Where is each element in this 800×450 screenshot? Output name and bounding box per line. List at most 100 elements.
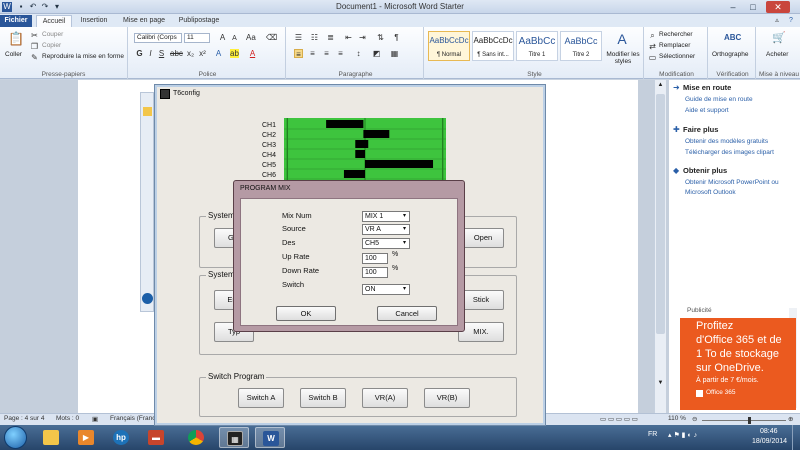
zoom-in-icon[interactable]: ⊕ (788, 415, 793, 423)
clipart-link[interactable]: Télécharger des images clipart (685, 149, 774, 156)
t6config-title-bar[interactable]: T6config (157, 87, 543, 101)
align-center-icon[interactable]: ≡ (308, 49, 317, 58)
cut-button[interactable]: Couper (42, 31, 63, 38)
view-buttons[interactable]: ▭ ▭ ▭ ▭ ▭ (600, 415, 638, 423)
strikethrough-icon[interactable]: abc (170, 49, 183, 58)
grow-font-icon[interactable]: A (218, 33, 227, 42)
style-heading-1[interactable]: AaBbCc Titre 1 (516, 31, 558, 61)
office365-ad[interactable]: Profitez d'Office 365 et de 1 To de stoc… (680, 318, 796, 410)
italic-icon[interactable]: I (146, 49, 155, 58)
language[interactable]: Français (France) (110, 415, 156, 422)
find-button[interactable]: Rechercher (659, 31, 693, 38)
taskbar-app[interactable]: ▬ (141, 427, 171, 448)
minimize-button[interactable]: – (724, 1, 742, 13)
font-color-icon[interactable]: A (248, 49, 257, 58)
bullets-icon[interactable]: ☰ (294, 33, 303, 42)
help-support-link[interactable]: Aide et support (685, 107, 729, 114)
font-size-box[interactable]: 11 (184, 33, 210, 43)
zoom-slider[interactable] (702, 420, 786, 421)
chevron-down-icon[interactable]: ▾ (403, 240, 408, 246)
tab-fichier[interactable]: Fichier (0, 15, 32, 27)
taskbar-explorer[interactable] (36, 427, 66, 448)
outlook-link[interactable]: Microsoft Outlook (685, 189, 736, 196)
show-desktop-button[interactable] (792, 425, 800, 450)
zoom-level[interactable]: 110 % (668, 415, 686, 422)
multilevel-list-icon[interactable]: ≣ (326, 33, 335, 42)
bold-icon[interactable]: G (135, 49, 144, 58)
justify-icon[interactable]: ≡ (336, 49, 345, 58)
spelling-button[interactable]: Orthographe (712, 51, 749, 58)
up-rate-input[interactable]: 100 (362, 253, 388, 264)
scroll-up-icon[interactable]: ▲ (656, 82, 665, 90)
align-right-icon[interactable]: ≡ (322, 49, 331, 58)
switch-a-button[interactable]: Switch A (238, 388, 284, 408)
source-select[interactable]: VR A ▾ (362, 224, 410, 235)
getting-started-guide-link[interactable]: Guide de mise en route (685, 96, 753, 103)
mix-num-select[interactable]: MIX 1 ▾ (362, 211, 410, 222)
tab-insertion[interactable]: Insertion (76, 15, 112, 27)
spelling-icon[interactable]: ABC (724, 31, 741, 45)
tray-icons[interactable]: ▴ ⚑ ▮ ◐ ♪ (668, 431, 697, 439)
tab-accueil[interactable]: Accueil (36, 15, 72, 27)
des-select[interactable]: CH5 ▾ (362, 238, 410, 249)
paste-icon[interactable]: 📋 (8, 31, 24, 47)
style-normal[interactable]: AaBbCcDc ¶ Normal (428, 31, 470, 61)
help-icon[interactable]: ? (786, 15, 796, 27)
taskbar-media-player[interactable]: ▶ (71, 427, 101, 448)
borders-icon[interactable]: ▦ (390, 49, 399, 58)
clock-time[interactable]: 08:46 (760, 428, 778, 435)
close-button[interactable]: ✕ (766, 1, 790, 13)
chevron-down-icon[interactable]: ▾ (403, 226, 408, 232)
subscript-icon[interactable]: x₂ (186, 49, 195, 58)
chevron-down-icon[interactable]: ▾ (403, 286, 408, 292)
style-no-spacing[interactable]: AaBbCcDc ¶ Sans int... (472, 31, 514, 61)
shading-icon[interactable]: ◩ (372, 49, 381, 58)
sort-icon[interactable]: ⇅ (376, 33, 385, 42)
decrease-indent-icon[interactable]: ⇤ (344, 33, 353, 42)
align-left-icon[interactable]: ≡ (294, 49, 303, 59)
scroll-down-icon[interactable]: ▼ (656, 380, 665, 388)
format-painter-button[interactable]: Reproduire la mise en forme (42, 53, 124, 60)
open-button[interactable]: Open (462, 228, 504, 248)
zoom-out-icon[interactable]: ⊖ (692, 415, 697, 423)
shrink-font-icon[interactable]: A (230, 34, 239, 43)
buy-button[interactable]: Acheter (766, 51, 788, 58)
vertical-scrollbar[interactable]: ▲ ▼ (654, 80, 666, 413)
clock-date[interactable]: 18/09/2014 (752, 438, 787, 445)
highlight-icon[interactable]: ab (230, 49, 239, 58)
switch-select[interactable]: ON ▾ (362, 284, 410, 295)
ok-button[interactable]: OK (276, 306, 336, 321)
taskbar-word[interactable]: W (255, 427, 285, 448)
underline-icon[interactable]: S (157, 49, 166, 58)
select-button[interactable]: Sélectionner (659, 53, 695, 60)
tab-mise-en-page[interactable]: Mise en page (118, 15, 170, 27)
vr-b-button[interactable]: VR(B) (424, 388, 470, 408)
proofing-status-icon[interactable]: ▣ (92, 415, 98, 423)
scroll-thumb[interactable] (656, 94, 665, 334)
shopping-cart-icon[interactable]: 🛒 (772, 31, 786, 45)
clear-formatting-icon[interactable]: ⌫ (266, 33, 277, 42)
copy-button[interactable]: Copier (42, 42, 61, 49)
word-count[interactable]: Mots : 0 (56, 415, 79, 422)
start-button[interactable] (4, 426, 27, 449)
superscript-icon[interactable]: x² (198, 49, 207, 58)
taskbar-hp[interactable]: hp (106, 427, 136, 448)
tab-publipostage[interactable]: Publipostage (174, 15, 224, 27)
increase-indent-icon[interactable]: ⇥ (358, 33, 367, 42)
maximize-button[interactable]: □ (744, 1, 762, 13)
vr-a-button[interactable]: VR(A) (362, 388, 408, 408)
text-effects-icon[interactable]: A (214, 49, 223, 58)
font-name-box[interactable]: Calibri (Corps (134, 33, 182, 43)
page-count[interactable]: Page : 4 sur 4 (4, 415, 44, 422)
change-case-icon[interactable]: Aa (246, 33, 256, 42)
zoom-slider-thumb[interactable] (748, 417, 751, 424)
taskbar-t6config[interactable]: ▦ (219, 427, 249, 448)
change-styles-icon[interactable]: A (614, 31, 630, 47)
switch-b-button[interactable]: Switch B (300, 388, 346, 408)
replace-button[interactable]: Remplacer (659, 42, 690, 49)
show-marks-icon[interactable]: ¶ (392, 33, 401, 42)
chevron-down-icon[interactable]: ▾ (403, 213, 408, 219)
paste-button[interactable]: Coller (5, 51, 22, 58)
cancel-button[interactable]: Cancel (377, 306, 437, 321)
minimize-ribbon-icon[interactable]: ▵ (772, 15, 782, 27)
